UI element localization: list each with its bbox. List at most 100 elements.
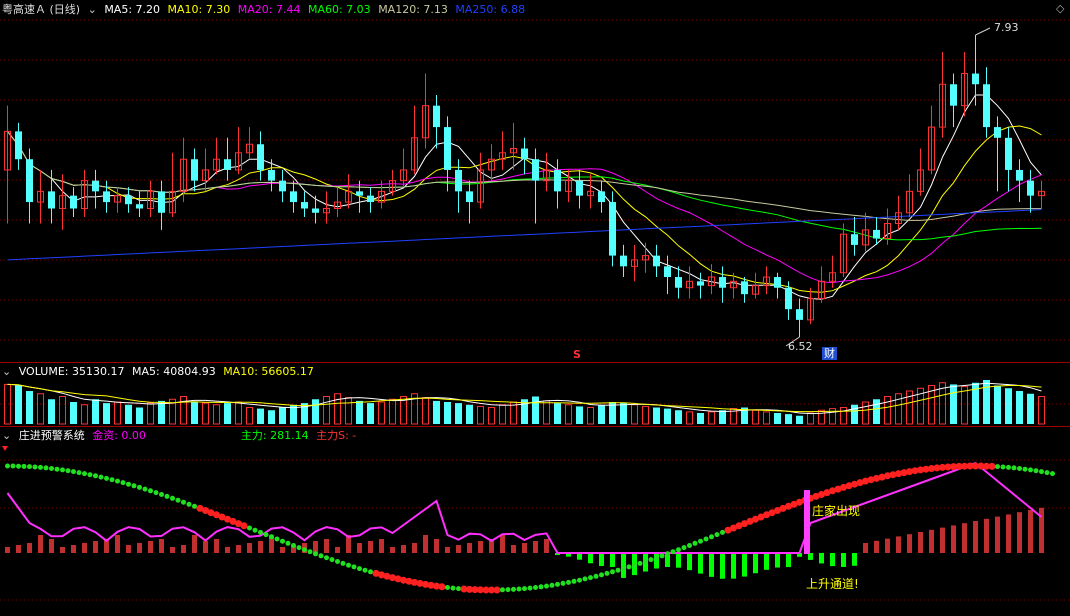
indicator-histogram-bar	[830, 553, 835, 567]
volume-bar	[4, 383, 11, 425]
volume-bar	[587, 407, 594, 425]
volume-bar	[125, 404, 132, 424]
chevron-down-icon[interactable]: ⌄	[2, 365, 11, 378]
candle-body	[312, 208, 319, 213]
chevron-down-icon[interactable]: ⌄	[88, 3, 97, 16]
volume-bar	[356, 400, 363, 424]
financial-report-marker[interactable]: 财	[822, 347, 837, 360]
trend-dot	[505, 587, 511, 593]
volume-bar	[961, 386, 968, 425]
indicator-histogram-bar	[247, 543, 252, 553]
low-price-label: 6.52	[788, 340, 813, 353]
indicator-histogram-bar	[225, 547, 230, 553]
indicator-histogram-bar	[401, 545, 406, 553]
indicator-histogram-bar	[445, 547, 450, 553]
volume-bar	[103, 403, 110, 424]
indicator-histogram-bar	[731, 553, 736, 579]
chart-canvas[interactable]	[0, 0, 1070, 616]
trend-dot	[240, 522, 248, 530]
trend-dot	[698, 538, 703, 544]
main-force-value: 主力: 281.14	[240, 429, 309, 442]
indicator-histogram-bar	[500, 535, 505, 553]
volume-bar	[59, 396, 66, 425]
trend-dot	[588, 575, 593, 581]
ma250-value: MA250: 6.88	[455, 3, 526, 16]
trend-dot	[577, 577, 582, 583]
trend-dot	[637, 560, 643, 566]
indicator-histogram-bar	[93, 541, 98, 553]
candle-body	[290, 191, 297, 203]
indicator-histogram-bar	[335, 547, 340, 553]
indicator-histogram-bar	[709, 553, 714, 577]
candle-body	[774, 277, 781, 288]
indicator-histogram-bar	[533, 541, 538, 553]
trend-dot	[159, 492, 164, 497]
separator	[0, 426, 1070, 427]
trend-dot	[87, 472, 93, 478]
trend-dot	[82, 471, 87, 477]
trend-dot	[1044, 470, 1050, 476]
trend-dot	[346, 562, 351, 568]
fund-value: 金资: 0.00	[92, 429, 146, 442]
trend-dot	[49, 466, 54, 471]
volume-bar	[1027, 393, 1034, 424]
indicator-histogram-bar	[203, 541, 208, 553]
trend-dot	[54, 466, 60, 472]
candle-body	[697, 281, 704, 286]
trend-dot	[604, 570, 610, 576]
volume-bar	[191, 402, 198, 424]
indicator-histogram-bar	[753, 553, 758, 574]
volume-bar	[268, 410, 275, 424]
indicator-name: 庄进预警系统	[18, 429, 85, 442]
trend-dot	[527, 585, 533, 591]
chevron-down-icon[interactable]: ⌄	[2, 429, 11, 442]
indicator-histogram-bar	[368, 541, 373, 553]
trend-dot	[164, 493, 170, 499]
indicator-histogram-bar	[467, 543, 472, 553]
volume-bar	[1005, 388, 1012, 424]
trend-dot	[626, 564, 632, 570]
candle-body	[994, 127, 1001, 138]
trend-dot	[670, 549, 676, 555]
indicator-histogram-bar	[819, 553, 824, 564]
diamond-icon[interactable]: ◇	[1056, 2, 1064, 15]
trend-dot	[313, 551, 318, 557]
ma60-value: MA60: 7.03	[307, 3, 371, 16]
trend-dot	[1028, 467, 1033, 473]
trend-dot	[296, 545, 302, 551]
indicator-histogram-bar	[214, 539, 219, 553]
volume-bar	[763, 411, 770, 425]
trend-dot	[181, 499, 186, 505]
volume-bar	[796, 415, 803, 424]
indicator-histogram-bar	[159, 539, 164, 553]
candle-body	[741, 281, 748, 295]
volume-bar	[444, 402, 451, 424]
indicator-histogram-bar	[522, 543, 527, 553]
candle-body	[796, 309, 803, 320]
candle-body	[466, 191, 473, 203]
volume-value: VOLUME: 35130.17	[18, 365, 125, 378]
trend-dot	[10, 463, 16, 469]
trend-dot	[324, 555, 329, 561]
indicator-histogram-bar	[49, 539, 54, 553]
separator	[0, 362, 1070, 363]
indicator-histogram-bar	[885, 538, 890, 553]
candle-body	[521, 148, 528, 160]
volume-bar	[345, 397, 352, 425]
trend-dot	[351, 564, 357, 570]
candle-body	[719, 277, 726, 288]
volume-bar	[70, 402, 77, 424]
volume-bar	[576, 406, 583, 424]
volume-bar	[323, 396, 330, 425]
indicator-histogram-bar	[148, 541, 153, 553]
trend-dot	[665, 551, 670, 557]
indicator-histogram-bar	[896, 536, 901, 553]
indicator-histogram-bar	[170, 547, 175, 553]
indicator-histogram-bar	[808, 553, 813, 560]
chart-window: 粤高速Ａ (日线) ⌄ MA5: 7.20 MA10: 7.30 MA20: 7…	[0, 0, 1070, 616]
indicator-header: ⌄ 庄进预警系统 金资: 0.00 主力: 281.14 主力S: -	[2, 428, 360, 444]
candle-body	[70, 195, 77, 209]
trend-dot	[329, 557, 335, 563]
candle-body	[983, 84, 990, 128]
trend-dot	[450, 585, 456, 591]
